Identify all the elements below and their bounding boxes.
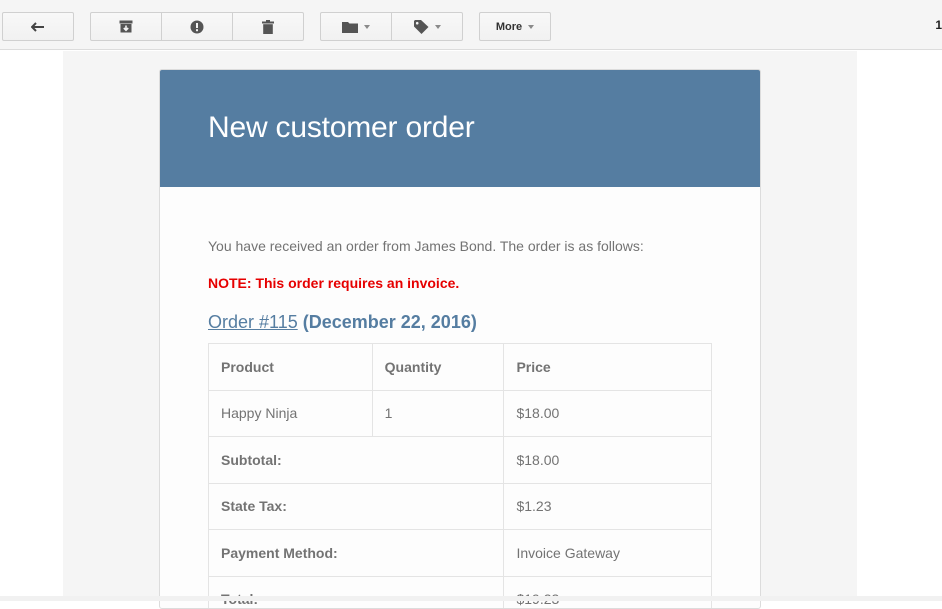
table-header-row: Product Quantity Price	[208, 343, 712, 391]
item-price: $18.00	[503, 389, 712, 437]
page-count: 1	[935, 18, 942, 32]
back-icon	[31, 21, 45, 32]
state-tax-value: $1.23	[503, 482, 712, 530]
order-link[interactable]: Order #115	[208, 312, 298, 332]
email-content: You have received an order from James Bo…	[160, 187, 760, 608]
state-tax-row: State Tax: $1.23	[207, 482, 712, 530]
report-spam-icon	[190, 20, 204, 34]
more-label: More	[495, 20, 523, 33]
payment-method-value: Invoice Gateway	[503, 529, 712, 577]
bottom-edge	[0, 596, 942, 601]
delete-icon	[262, 19, 274, 34]
email-toolbar: More 1	[0, 0, 942, 50]
column-header-price: Price	[503, 343, 712, 391]
subtotal-label: Subtotal:	[207, 436, 505, 484]
item-product: Happy Ninja	[208, 389, 373, 437]
order-items-table: Product Quantity Price Happy Ninja 1 $18…	[207, 343, 712, 608]
order-email-card: New customer order You have received an …	[159, 69, 761, 609]
archive-button[interactable]	[90, 12, 162, 41]
email-title: New customer order	[208, 110, 475, 144]
subtotal-value: $18.00	[503, 436, 712, 484]
total-value: $19.23	[503, 575, 712, 608]
total-row: Total: $19.23	[207, 575, 712, 608]
chevron-down-icon	[434, 24, 441, 29]
delete-button[interactable]	[232, 12, 304, 41]
intro-text: You have received an order from James Bo…	[208, 238, 644, 254]
labels-button[interactable]	[391, 12, 463, 41]
move-to-folder-button[interactable]	[320, 12, 392, 41]
back-button[interactable]	[2, 12, 74, 41]
order-date: (December 22, 2016)	[302, 312, 477, 332]
order-heading: Order #115 (December 22, 2016)	[208, 312, 712, 332]
more-button[interactable]: More	[479, 12, 551, 41]
subtotal-row: Subtotal: $18.00	[207, 436, 712, 484]
state-tax-label: State Tax:	[207, 482, 505, 530]
chevron-down-icon	[528, 24, 535, 29]
report-spam-button[interactable]	[161, 12, 233, 41]
item-quantity: 1	[371, 389, 505, 437]
column-header-product: Product	[208, 343, 373, 391]
chevron-down-icon	[364, 24, 370, 29]
payment-method-row: Payment Method: Invoice Gateway	[207, 529, 712, 577]
column-header-quantity: Quantity	[371, 343, 505, 391]
email-header: New customer order	[160, 70, 760, 187]
total-label: Total:	[207, 575, 505, 608]
label-icon	[413, 19, 429, 34]
invoice-note: NOTE: This order requires an invoice.	[208, 275, 460, 291]
folder-icon	[342, 21, 358, 33]
table-row: Happy Ninja 1 $18.00	[208, 389, 712, 437]
payment-method-label: Payment Method:	[207, 529, 505, 577]
archive-icon	[119, 20, 133, 33]
